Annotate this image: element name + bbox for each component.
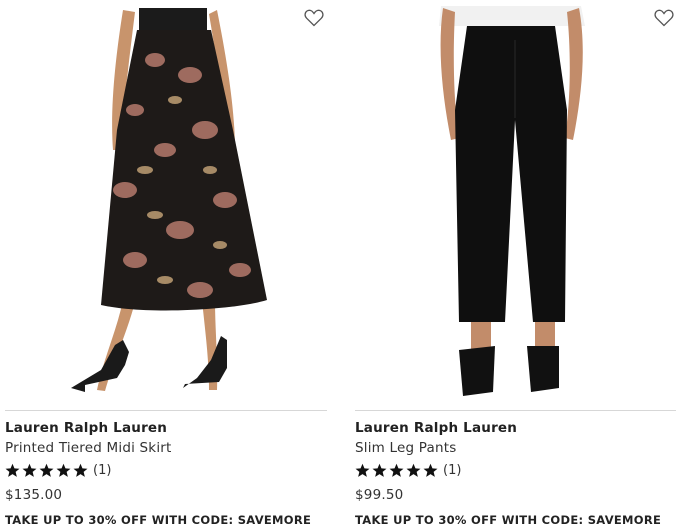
divider <box>5 410 327 411</box>
star-rating <box>355 463 438 478</box>
rating[interactable]: (1) <box>355 461 461 479</box>
promo-text: TAKE UP TO 30% OFF WITH CODE: SAVEMORE <box>355 513 662 527</box>
heart-outline-icon[interactable] <box>304 9 324 27</box>
star-icon <box>56 463 71 477</box>
product-image-pants[interactable] <box>355 0 676 402</box>
product-image-skirt[interactable] <box>5 0 327 402</box>
star-rating <box>5 463 88 478</box>
star-icon <box>389 463 404 477</box>
star-icon <box>423 463 438 477</box>
star-icon <box>372 463 387 477</box>
star-icon <box>73 463 88 477</box>
product-brand[interactable]: Lauren Ralph Lauren <box>355 420 517 436</box>
product-price: $135.00 <box>5 487 63 503</box>
promo-text: TAKE UP TO 30% OFF WITH CODE: SAVEMORE <box>5 513 312 527</box>
heart-outline-icon[interactable] <box>654 9 674 27</box>
product-price: $99.50 <box>355 487 404 503</box>
product-brand[interactable]: Lauren Ralph Lauren <box>5 420 167 436</box>
divider <box>355 410 676 411</box>
rating-count: (1) <box>93 462 112 478</box>
product-card[interactable]: Lauren Ralph Lauren Printed Tiered Midi … <box>5 0 327 532</box>
star-icon <box>39 463 54 477</box>
rating[interactable]: (1) <box>5 461 111 479</box>
product-card[interactable]: Lauren Ralph Lauren Slim Leg Pants (1) $… <box>355 0 676 532</box>
rating-count: (1) <box>443 462 462 478</box>
star-icon <box>406 463 421 477</box>
star-icon <box>355 463 370 477</box>
product-name[interactable]: Slim Leg Pants <box>355 440 456 456</box>
star-icon <box>22 463 37 477</box>
product-name[interactable]: Printed Tiered Midi Skirt <box>5 440 172 456</box>
star-icon <box>5 463 20 477</box>
